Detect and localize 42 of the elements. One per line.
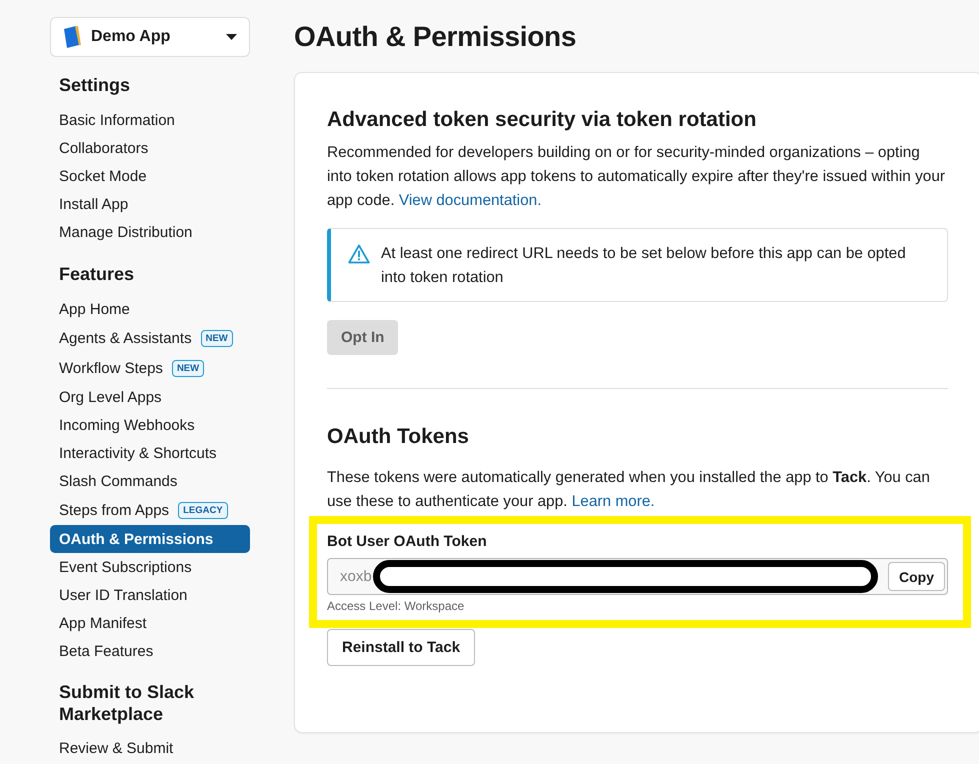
learn-more-link[interactable]: Learn more. xyxy=(572,493,655,510)
notebook-icon xyxy=(63,26,81,48)
status-tag: NEW xyxy=(200,330,233,346)
sidebar-item[interactable]: Org Level Apps xyxy=(50,383,250,411)
sidebar-item[interactable]: Workflow Steps NEW xyxy=(50,353,250,383)
sidebar-heading: Features xyxy=(58,263,136,286)
sidebar-item[interactable]: Steps from Apps LEGACY xyxy=(50,495,250,525)
app-switcher[interactable]: Demo App xyxy=(50,17,250,57)
sidebar-item[interactable]: App Manifest xyxy=(50,609,250,637)
sidebar-item[interactable]: Collaborators xyxy=(50,134,250,162)
access-level-note: Access Level: Workspace xyxy=(327,598,466,614)
sidebar-item[interactable]: Basic Information xyxy=(50,106,250,134)
sidebar-item[interactable]: Interactivity & Shortcuts xyxy=(50,439,250,467)
sidebar-item[interactable]: Slash Commands xyxy=(50,467,250,495)
status-tag: LEGACY xyxy=(178,502,228,518)
warning-icon xyxy=(348,244,370,264)
reinstall-button[interactable]: Reinstall to Tack xyxy=(327,629,476,666)
sidebar-item[interactable]: Beta Features xyxy=(50,637,250,665)
sidebar-item[interactable]: Socket Mode xyxy=(50,162,250,190)
sidebar-item[interactable]: OAuth & Permissions xyxy=(50,525,250,553)
sidebar-item[interactable]: Review & Submit xyxy=(50,734,250,762)
sidebar-item[interactable]: Incoming Webhooks xyxy=(50,411,250,439)
page-title: OAuth & Permissions xyxy=(294,20,578,54)
sidebar-item[interactable]: Event Subscriptions xyxy=(50,553,250,581)
section-description: These tokens were automatically generated when you installed the app to Tack. You can use these to authenticate your app. Learn more. xyxy=(327,468,931,512)
status-tag: NEW xyxy=(172,360,204,376)
section-heading: OAuth Tokens xyxy=(327,424,470,450)
section-heading: Advanced token security via token rotation xyxy=(327,107,758,133)
sidebar-item[interactable]: User ID Translation xyxy=(50,581,250,609)
sidebar-item[interactable]: Install App xyxy=(50,190,250,218)
sidebar-heading: Submit to Slack Marketplace xyxy=(58,681,196,725)
sidebar-heading: Settings xyxy=(58,74,132,97)
sidebar-item[interactable]: App Home xyxy=(50,295,250,323)
warning-text: At least one redirect URL needs to be set below before this app can be opted into token rotation xyxy=(381,244,907,288)
sidebar-item[interactable]: Manage Distribution xyxy=(50,218,250,246)
token-field[interactable]: xoxb Copy xyxy=(327,558,948,595)
caret-icon xyxy=(226,34,237,40)
copy-button[interactable]: Copy xyxy=(888,562,945,591)
token-label: Bot User OAuth Token xyxy=(327,532,488,552)
documentation-link[interactable]: View documentation. xyxy=(398,192,542,209)
section-description: Recommended for developers building on or for security-minded organizations – opting into token rotation allows app tokens to automatically expire after they're issued within your app code. View documentation. xyxy=(327,143,946,211)
sidebar-item[interactable]: Agents & Assistants NEW xyxy=(50,323,250,353)
